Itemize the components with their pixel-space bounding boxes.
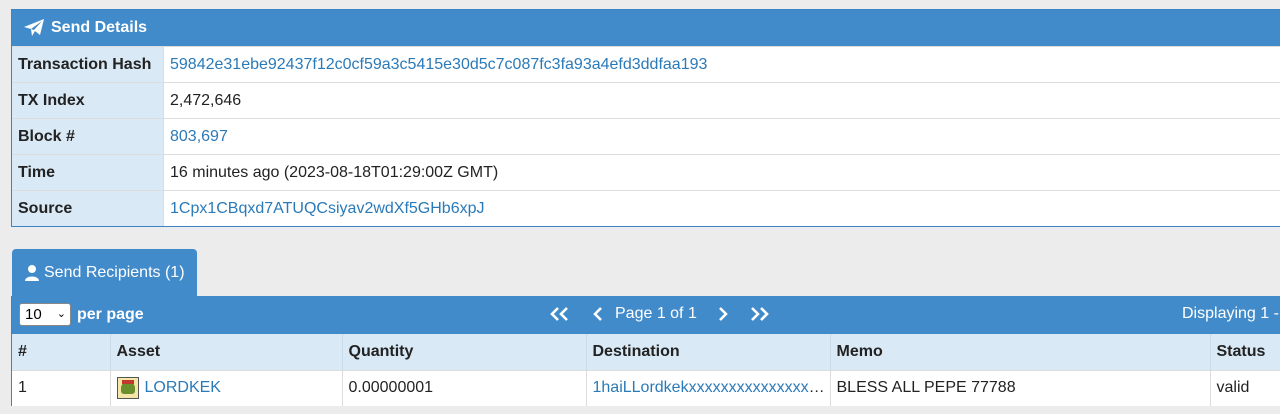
detail-row-tx-hash: Transaction Hash 59842e31ebe92437f12c0cf… <box>12 46 1280 82</box>
detail-row-source: Source 1Cpx1CBqxd7ATUQCsiyav2wdXf5GHb6xp… <box>12 190 1280 226</box>
detail-row-time: Time 16 minutes ago (2023-08-18T01:29:00… <box>12 154 1280 190</box>
tx-index-value: 2,472,646 <box>170 92 242 109</box>
column-header[interactable]: Asset <box>110 334 343 370</box>
time-value: 16 minutes ago (2023-08-18T01:29:00Z GMT… <box>170 164 499 181</box>
asset-thumbnail-icon <box>116 377 139 400</box>
double-chevron-right-icon[interactable] <box>747 305 771 323</box>
pagination: Page 1 of 1 <box>548 305 771 323</box>
displaying-count: Displaying 1 - <box>1182 305 1279 322</box>
column-header[interactable]: Quantity <box>342 334 587 370</box>
table-toolbar: 10 ⌄ per page Page 1 of 1 Displaying 1 - <box>12 296 1280 334</box>
chevron-right-icon[interactable] <box>717 305 729 323</box>
send-details-header: Send Details <box>12 10 1280 46</box>
row-index: 1 <box>12 369 111 406</box>
status-cell: valid <box>1210 369 1280 406</box>
asset-cell: LORDKEK <box>110 369 343 406</box>
page-indicator: Page 1 of 1 <box>615 305 697 322</box>
recipients-table-container: 10 ⌄ per page Page 1 of 1 Displaying 1 - <box>11 296 1280 406</box>
table-header-row: # Asset Quantity Destination Memo Status <box>12 334 1280 370</box>
detail-key: Source <box>12 191 164 226</box>
detail-key: Transaction Hash <box>12 47 164 82</box>
recipients-table: # Asset Quantity Destination Memo Status… <box>12 334 1280 406</box>
table-row: 1 LORDKEK 0.00000001 1haiLLordkekxxxxxxx… <box>12 369 1280 406</box>
detail-key: TX Index <box>12 83 164 118</box>
chevron-left-icon[interactable] <box>592 305 604 323</box>
tab-send-recipients[interactable]: Send Recipients (1) <box>12 249 197 296</box>
user-icon <box>24 264 40 282</box>
column-header[interactable]: # <box>12 334 111 370</box>
column-header[interactable]: Memo <box>830 334 1211 370</box>
quantity-cell: 0.00000001 <box>342 369 587 406</box>
per-page-label: per page <box>77 305 144 323</box>
per-page-control: 10 ⌄ per page <box>19 303 144 326</box>
detail-row-block: Block # 803,697 <box>12 118 1280 154</box>
tx-hash-link[interactable]: 59842e31ebe92437f12c0cf59a3c5415e30d5c7c… <box>170 56 707 73</box>
send-details-panel: Send Details Transaction Hash 59842e31eb… <box>11 9 1280 227</box>
column-header[interactable]: Destination <box>586 334 831 370</box>
tab-label: Send Recipients (1) <box>44 263 185 281</box>
block-link[interactable]: 803,697 <box>170 128 228 145</box>
source-address-link[interactable]: 1Cpx1CBqxd7ATUQCsiyav2wdXf5GHb6xpJ <box>170 200 485 217</box>
chevron-down-icon: ⌄ <box>56 308 66 320</box>
detail-row-tx-index: TX Index 2,472,646 <box>12 82 1280 118</box>
send-details-title: Send Details <box>51 19 148 36</box>
asset-link[interactable]: LORDKEK <box>145 379 221 396</box>
destination-cell: 1haiLLordkekxxxxxxxxxxxxxxxxxx <box>586 369 831 406</box>
destination-link[interactable]: 1haiLLordkekxxxxxxxxxxxxxxxxxx <box>593 379 830 396</box>
column-header[interactable]: Status <box>1210 334 1280 370</box>
detail-key: Block # <box>12 119 164 154</box>
per-page-value: 10 <box>25 306 42 323</box>
double-chevron-left-icon[interactable] <box>548 305 572 323</box>
detail-key: Time <box>12 155 164 190</box>
per-page-select[interactable]: 10 ⌄ <box>19 303 71 326</box>
paper-plane-icon <box>23 18 45 38</box>
memo-cell: BLESS ALL PEPE 77788 <box>830 369 1211 406</box>
